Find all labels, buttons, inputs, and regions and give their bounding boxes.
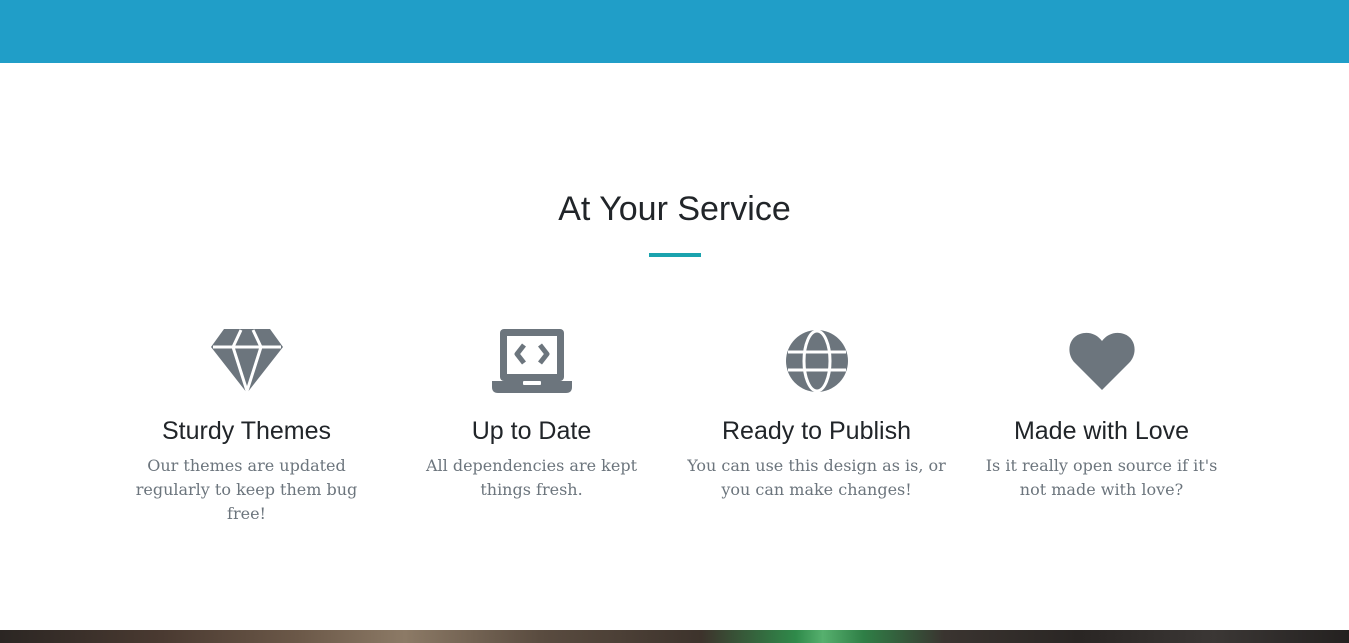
service-title: Made with Love	[1013, 417, 1190, 445]
section-title: At Your Service	[558, 190, 791, 228]
service-title: Up to Date	[471, 417, 592, 445]
background-photo	[0, 630, 1349, 643]
gem-icon	[210, 325, 283, 397]
service-item-made-with-love: Made with Love Is it really open source …	[959, 325, 1244, 526]
heart-icon	[1068, 325, 1135, 397]
service-title: Sturdy Themes	[161, 417, 332, 445]
service-description: All dependencies are kept things fresh.	[425, 456, 638, 499]
laptop-code-icon	[491, 325, 572, 397]
services-row: Sturdy Themes Our themes are updated reg…	[104, 325, 1244, 526]
service-title: Ready to Publish	[721, 417, 911, 445]
service-description: Is it really open source if it's not mad…	[985, 456, 1218, 499]
navbar	[0, 0, 1349, 63]
service-description: You can use this design as is, or you ca…	[687, 456, 946, 499]
title-divider	[649, 253, 701, 257]
service-item-sturdy-themes: Sturdy Themes Our themes are updated reg…	[104, 325, 389, 526]
globe-icon	[785, 325, 849, 397]
service-item-up-to-date: Up to Date All dependencies are kept thi…	[389, 325, 674, 526]
service-description: Our themes are updated regularly to keep…	[135, 456, 358, 523]
service-item-ready-to-publish: Ready to Publish You can use this design…	[674, 325, 959, 526]
